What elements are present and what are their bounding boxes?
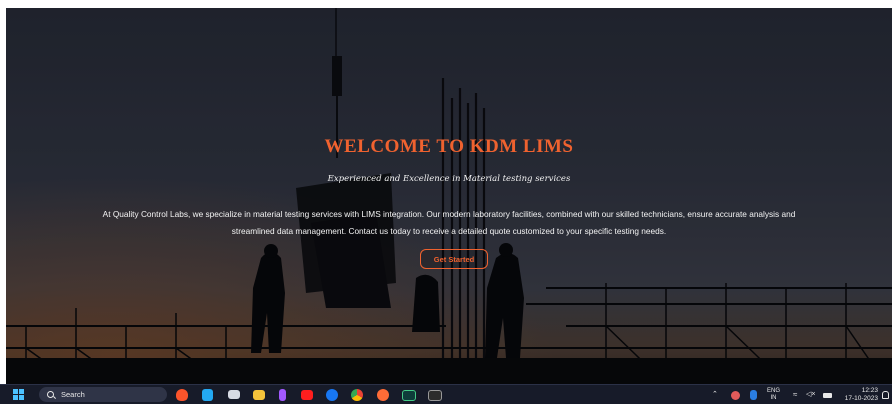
- clock-date: 17-10-2023: [844, 395, 878, 402]
- language-indicator[interactable]: ENG IN: [767, 388, 780, 408]
- system-clock[interactable]: 12:23 17-10-2023: [840, 387, 878, 407]
- hero-title: WELCOME TO KDM LIMS: [324, 136, 574, 157]
- brave-browser-icon[interactable]: [176, 389, 188, 401]
- region-code: IN: [770, 395, 777, 401]
- get-started-button[interactable]: Get Started: [420, 249, 488, 269]
- hero-description: At Quality Control Labs, we specialize i…: [102, 209, 796, 236]
- clock-time: 12:23: [861, 387, 878, 394]
- wifi-icon[interactable]: ≈: [793, 390, 797, 410]
- taskbar-search-box[interactable]: Search: [39, 387, 167, 402]
- postman-icon[interactable]: [377, 389, 389, 401]
- figma-icon[interactable]: [279, 389, 286, 401]
- search-icon: [47, 391, 54, 398]
- windows-taskbar: Search ⌃ ENG IN ≈ ◁× 12:23 17-10-2023: [0, 384, 892, 404]
- battery-icon[interactable]: [823, 393, 832, 398]
- command-prompt-icon[interactable]: [428, 390, 442, 401]
- notification-bell-icon[interactable]: [882, 391, 889, 399]
- hero-subtitle: Experienced and Excellence in Material t…: [327, 174, 571, 184]
- file-explorer-icon[interactable]: [253, 390, 265, 400]
- tray-app-icon[interactable]: [731, 391, 740, 400]
- mongodb-compass-icon[interactable]: [402, 390, 416, 401]
- search-label: Search: [61, 390, 85, 399]
- browser-viewport: WELCOME TO KDM LIMS Experienced and Exce…: [6, 8, 892, 384]
- volume-icon[interactable]: ◁×: [806, 390, 815, 410]
- facebook-icon[interactable]: [326, 389, 338, 401]
- language-code: ENG: [767, 388, 781, 394]
- windows-start-icon[interactable]: [13, 389, 24, 400]
- youtube-icon[interactable]: [301, 390, 313, 400]
- terminal-window-icon[interactable]: [228, 390, 240, 399]
- vscode-icon[interactable]: [202, 389, 213, 401]
- tray-chevron-up-icon[interactable]: ⌃: [712, 390, 718, 410]
- chrome-icon[interactable]: [351, 389, 363, 401]
- bluetooth-icon[interactable]: [750, 390, 757, 400]
- hero-section: WELCOME TO KDM LIMS Experienced and Exce…: [6, 8, 892, 384]
